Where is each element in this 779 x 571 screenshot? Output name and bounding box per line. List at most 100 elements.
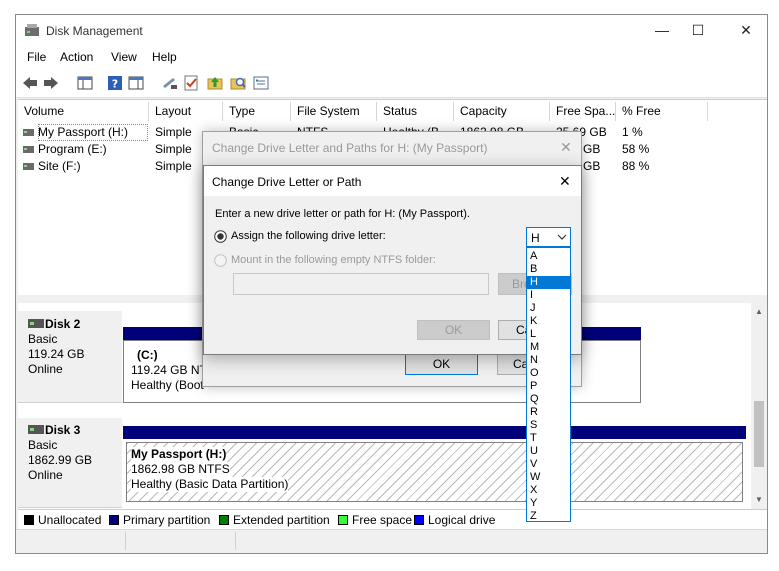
drive-letter-option[interactable]: N bbox=[527, 354, 570, 367]
column-header-free-space[interactable]: Free Spa... bbox=[550, 102, 616, 121]
drive-letter-option[interactable]: Z bbox=[527, 510, 570, 521]
drive-letter-option[interactable]: K bbox=[527, 315, 570, 328]
mount-folder-option[interactable]: Mount in the following empty NTFS folder… bbox=[214, 253, 514, 269]
drive-letter-option[interactable]: P bbox=[527, 380, 570, 393]
partition-bar bbox=[123, 426, 746, 439]
menu-action[interactable]: Action bbox=[60, 50, 93, 64]
drive-letter-option[interactable]: A bbox=[527, 250, 570, 263]
legend-swatch-primary bbox=[109, 515, 119, 525]
disk-state: Online bbox=[28, 362, 63, 376]
column-header-type[interactable]: Type bbox=[223, 102, 291, 121]
maximize-button[interactable]: ☐ bbox=[680, 15, 716, 46]
legend-label: Logical drive bbox=[428, 513, 496, 527]
connect-icon[interactable] bbox=[161, 74, 179, 92]
action-pane-icon[interactable] bbox=[127, 74, 145, 92]
cell-free-space: GB bbox=[583, 159, 601, 173]
drive-letter-option[interactable]: O bbox=[527, 367, 570, 380]
back-icon[interactable] bbox=[21, 74, 39, 92]
cell-layout: Simple bbox=[155, 142, 192, 156]
scrollbar-thumb[interactable] bbox=[754, 401, 764, 467]
menu-bar: File Action View Help bbox=[16, 46, 767, 68]
disk-icon bbox=[28, 425, 44, 434]
drive-letter-option[interactable]: J bbox=[527, 302, 570, 315]
menu-view[interactable]: View bbox=[111, 50, 137, 64]
partition-title: My Passport (H:) bbox=[131, 447, 227, 462]
search-folder-icon[interactable] bbox=[229, 74, 247, 92]
help-icon[interactable]: ? bbox=[106, 74, 124, 92]
legend-swatch-unallocated bbox=[24, 515, 34, 525]
drive-letter-option[interactable]: H bbox=[527, 276, 570, 289]
disk-icon bbox=[28, 319, 44, 328]
close-window-button[interactable]: ✕ bbox=[728, 15, 764, 46]
drive-letter-option[interactable]: W bbox=[527, 471, 570, 484]
radio-unselected-icon[interactable] bbox=[214, 254, 227, 267]
partition-detail: 1862.98 GB NTFS bbox=[131, 462, 230, 477]
drive-letter-option[interactable]: U bbox=[527, 445, 570, 458]
ok-button[interactable]: OK bbox=[405, 353, 478, 375]
drive-letter-option[interactable]: B bbox=[527, 263, 570, 276]
column-header-percent-free[interactable]: % Free bbox=[616, 102, 708, 121]
legend-label: Extended partition bbox=[233, 513, 330, 527]
radio-selected-icon[interactable] bbox=[214, 230, 227, 243]
status-bar bbox=[16, 529, 767, 553]
cell-volume: Program (E:) bbox=[38, 142, 107, 156]
drive-letter-option[interactable]: X bbox=[527, 484, 570, 497]
menu-file[interactable]: File bbox=[27, 50, 46, 64]
disk-type: Basic bbox=[28, 438, 58, 452]
drive-letter-option[interactable]: T bbox=[527, 432, 570, 445]
legend-swatch-logical bbox=[414, 515, 424, 525]
partition-my-passport[interactable]: My Passport (H:) 1862.98 GB NTFS Healthy… bbox=[126, 442, 743, 502]
console-tree-icon[interactable] bbox=[76, 74, 94, 92]
cell-percent-free: 88 % bbox=[622, 159, 650, 173]
cell-percent-free: 1 % bbox=[622, 125, 643, 139]
legend-label: Primary partition bbox=[123, 513, 211, 527]
close-icon[interactable]: ✕ bbox=[560, 139, 572, 156]
svg-text:?: ? bbox=[112, 78, 118, 91]
disk-2-label[interactable]: Disk 2 Basic 119.24 GB Online bbox=[18, 311, 122, 403]
disk-type: Basic bbox=[28, 332, 58, 346]
settings-panel-icon[interactable] bbox=[252, 74, 270, 92]
disk-3-label[interactable]: Disk 3 Basic 1862.99 GB Online bbox=[18, 418, 122, 508]
cell-percent-free: 58 % bbox=[622, 142, 650, 156]
forward-icon[interactable] bbox=[42, 74, 60, 92]
disk-name: Disk 3 bbox=[45, 423, 81, 437]
status-pane bbox=[16, 532, 126, 550]
drive-letter-option[interactable]: I bbox=[527, 289, 570, 302]
assign-letter-label: Assign the following drive letter: bbox=[231, 230, 386, 242]
scroll-up-icon[interactable]: ▲ bbox=[755, 307, 763, 316]
drive-letter-option[interactable]: L bbox=[527, 328, 570, 341]
close-icon[interactable]: ✕ bbox=[559, 173, 571, 190]
drive-letter-option[interactable]: Q bbox=[527, 393, 570, 406]
folder-path-input[interactable] bbox=[233, 273, 489, 295]
drive-letter-select[interactable]: H bbox=[526, 227, 571, 247]
scroll-down-icon[interactable]: ▼ bbox=[755, 495, 763, 504]
drive-letter-option[interactable]: S bbox=[527, 419, 570, 432]
vertical-scrollbar[interactable]: ▲ ▼ bbox=[751, 303, 767, 509]
column-header-capacity[interactable]: Capacity bbox=[454, 102, 550, 121]
drive-letter-option[interactable]: M bbox=[527, 341, 570, 354]
drive-letter-option[interactable]: V bbox=[527, 458, 570, 471]
ok-button[interactable]: OK bbox=[417, 320, 490, 340]
close-icon: ✕ bbox=[740, 22, 752, 38]
disk-size: 119.24 GB bbox=[28, 347, 85, 361]
assign-letter-option[interactable]: Assign the following drive letter: bbox=[214, 229, 514, 245]
drive-letter-option[interactable]: R bbox=[527, 406, 570, 419]
column-header-volume[interactable]: Volume bbox=[18, 102, 149, 121]
dialog-title: Change Drive Letter or Path bbox=[212, 175, 362, 189]
drive-letter-option[interactable]: Y bbox=[527, 497, 570, 510]
up-folder-icon[interactable] bbox=[206, 74, 224, 92]
legend-label: Free space bbox=[352, 513, 413, 527]
drive-letter-list[interactable]: ABHIJKLMNOPQRSTUVWXYZ bbox=[526, 247, 571, 522]
dialog-title-bar: Change Drive Letter or Path ✕ bbox=[204, 166, 581, 196]
disk-name: Disk 2 bbox=[45, 317, 81, 331]
menu-help[interactable]: Help bbox=[152, 50, 177, 64]
column-header-file-system[interactable]: File System bbox=[291, 102, 377, 121]
dialog-title: Change Drive Letter and Paths for H: (My… bbox=[212, 141, 488, 155]
mount-folder-label: Mount in the following empty NTFS folder… bbox=[231, 254, 436, 266]
column-header-layout[interactable]: Layout bbox=[149, 102, 223, 121]
chevron-down-icon bbox=[557, 234, 567, 240]
properties-check-icon[interactable] bbox=[182, 74, 200, 92]
legend-swatch-free-space bbox=[338, 515, 348, 525]
column-header-status[interactable]: Status bbox=[377, 102, 454, 121]
minimize-button[interactable]: — bbox=[644, 15, 680, 46]
